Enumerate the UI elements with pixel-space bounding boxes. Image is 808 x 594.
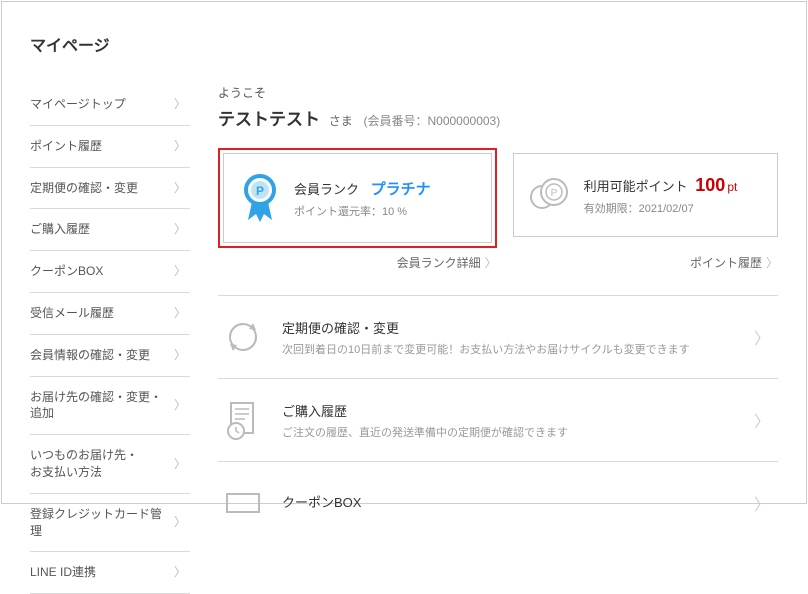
sidebar-item-shipping-address[interactable]: お届け先の確認・変更・追加〉 bbox=[30, 377, 190, 436]
quick-link-title: 定期便の確認・変更 bbox=[282, 318, 738, 337]
chevron-right-icon: 〉 bbox=[174, 305, 186, 322]
rank-detail-link-label: 会員ランク詳細 bbox=[397, 256, 481, 270]
rank-title: 会員ランク bbox=[294, 182, 359, 197]
quick-link-title: ご購入履歴 bbox=[282, 401, 738, 420]
sidebar-item-label: 定期便の確認・変更 bbox=[30, 180, 138, 197]
points-history-link[interactable]: ポイント履歴〉 bbox=[513, 254, 778, 271]
quick-link-purchase-history[interactable]: ご購入履歴 ご注文の履歴、直近の発送準備中の定期便が確認できます 〉 bbox=[218, 379, 778, 462]
sidebar-item-label: 会員情報の確認・変更 bbox=[30, 347, 150, 364]
chevron-right-icon: 〉 bbox=[174, 397, 186, 414]
chevron-right-icon: 〉 bbox=[754, 408, 770, 432]
chevron-right-icon: 〉 bbox=[174, 263, 186, 280]
chevron-right-icon: 〉 bbox=[174, 347, 186, 364]
chevron-right-icon: 〉 bbox=[174, 456, 186, 473]
chevron-right-icon: 〉 bbox=[766, 256, 778, 270]
sidebar-item-subscription[interactable]: 定期便の確認・変更 〉 bbox=[30, 168, 190, 210]
points-sub-label: 有効期限： bbox=[584, 203, 639, 215]
points-title: 利用可能ポイント bbox=[584, 179, 688, 194]
sidebar-item-mypage-top[interactable]: マイページトップ 〉 bbox=[30, 84, 190, 126]
sidebar-item-credit-card[interactable]: 登録クレジットカード管理〉 bbox=[30, 494, 190, 553]
sidebar-item-label: マイページトップ bbox=[30, 96, 126, 113]
rank-sub-label: ポイント還元率： bbox=[294, 206, 382, 218]
coins-icon: P bbox=[528, 175, 572, 215]
page-title: マイページ bbox=[30, 32, 778, 56]
chevron-right-icon: 〉 bbox=[174, 564, 186, 581]
quick-link-sub: ご注文の履歴、直近の発送準備中の定期便が確認できます bbox=[282, 424, 738, 440]
points-history-link-label: ポイント履歴 bbox=[690, 256, 762, 270]
refresh-icon bbox=[220, 314, 266, 360]
sidebar-item-label: いつものお届け先・ お支払い方法 bbox=[30, 447, 138, 481]
chevron-right-icon: 〉 bbox=[754, 325, 770, 349]
rank-value: プラチナ bbox=[371, 181, 431, 198]
chevron-right-icon: 〉 bbox=[174, 138, 186, 155]
sidebar-item-label: クーポンBOX bbox=[30, 263, 103, 280]
main-content: ようこそ テストテスト さま (会員番号：N000000003) P bbox=[218, 84, 778, 594]
sidebar-item-point-history[interactable]: ポイント履歴 〉 bbox=[30, 126, 190, 168]
member-number: (会員番号：N000000003) bbox=[363, 114, 500, 128]
rank-card-highlight: P 会員ランク プラチナ ポイント還元率：10 % bbox=[218, 148, 497, 248]
ticket-icon bbox=[220, 480, 266, 526]
sidebar-item-line-id[interactable]: LINE ID連携 〉 bbox=[30, 552, 190, 594]
welcome-label: ようこそ bbox=[218, 84, 778, 101]
sidebar-item-mail-history[interactable]: 受信メール履歴 〉 bbox=[30, 293, 190, 335]
sidebar-item-label: ご購入履歴 bbox=[30, 221, 90, 238]
username-line: テストテスト さま (会員番号：N000000003) bbox=[218, 105, 778, 130]
sidebar-item-usual-address-payment[interactable]: いつものお届け先・ お支払い方法 〉 bbox=[30, 435, 190, 494]
quick-link-subscription[interactable]: 定期便の確認・変更 次回到着日の10日前まで変更可能！お支払い方法やお届けサイク… bbox=[218, 296, 778, 379]
chevron-right-icon: 〉 bbox=[754, 491, 770, 515]
chevron-right-icon: 〉 bbox=[485, 256, 497, 270]
sidebar: マイページトップ〉 ポイント履歴〉 定期便の確認・変更〉 ご購入履歴〉 クーポン… bbox=[30, 84, 190, 594]
badge-ribbon-icon: P bbox=[238, 172, 282, 224]
rank-detail-link[interactable]: 会員ランク詳細〉 bbox=[218, 254, 497, 271]
rank-card[interactable]: P 会員ランク プラチナ ポイント還元率：10 % bbox=[223, 153, 492, 243]
quick-links-list: 定期便の確認・変更 次回到着日の10日前まで変更可能！お支払い方法やお届けサイク… bbox=[218, 295, 778, 544]
chevron-right-icon: 〉 bbox=[174, 180, 186, 197]
points-sub-value: 2021/02/07 bbox=[639, 203, 694, 215]
points-unit: pt bbox=[727, 180, 737, 194]
quick-link-title: クーポンBOX bbox=[282, 492, 738, 511]
svg-text:P: P bbox=[550, 188, 557, 199]
sidebar-item-label: 受信メール履歴 bbox=[30, 305, 114, 322]
sidebar-item-label: お届け先の確認・変更・追加 bbox=[30, 389, 174, 423]
chevron-right-icon: 〉 bbox=[174, 96, 186, 113]
chevron-right-icon: 〉 bbox=[174, 221, 186, 238]
chevron-right-icon: 〉 bbox=[174, 514, 186, 531]
sidebar-item-purchase-history[interactable]: ご購入履歴 〉 bbox=[30, 209, 190, 251]
rank-sub-value: 10 % bbox=[382, 206, 407, 218]
quick-link-sub: 次回到着日の10日前まで変更可能！お支払い方法やお届けサイクルも変更できます bbox=[282, 341, 738, 357]
points-value: 100 bbox=[695, 175, 725, 195]
sidebar-item-label: LINE ID連携 bbox=[30, 564, 96, 581]
user-suffix: さま bbox=[329, 114, 353, 128]
sidebar-item-label: 登録クレジットカード管理 bbox=[30, 506, 174, 540]
user-name: テストテスト bbox=[218, 110, 320, 129]
sidebar-item-member-info[interactable]: 会員情報の確認・変更 〉 bbox=[30, 335, 190, 377]
sidebar-item-coupon-box[interactable]: クーポンBOX 〉 bbox=[30, 251, 190, 293]
sidebar-item-label: ポイント履歴 bbox=[30, 138, 102, 155]
svg-text:P: P bbox=[256, 184, 264, 198]
quick-link-coupon-box[interactable]: クーポンBOX 〉 bbox=[218, 462, 778, 544]
points-card[interactable]: P 利用可能ポイント 100pt 有効期限：2021/02/07 bbox=[513, 153, 778, 237]
document-clock-icon bbox=[220, 397, 266, 443]
